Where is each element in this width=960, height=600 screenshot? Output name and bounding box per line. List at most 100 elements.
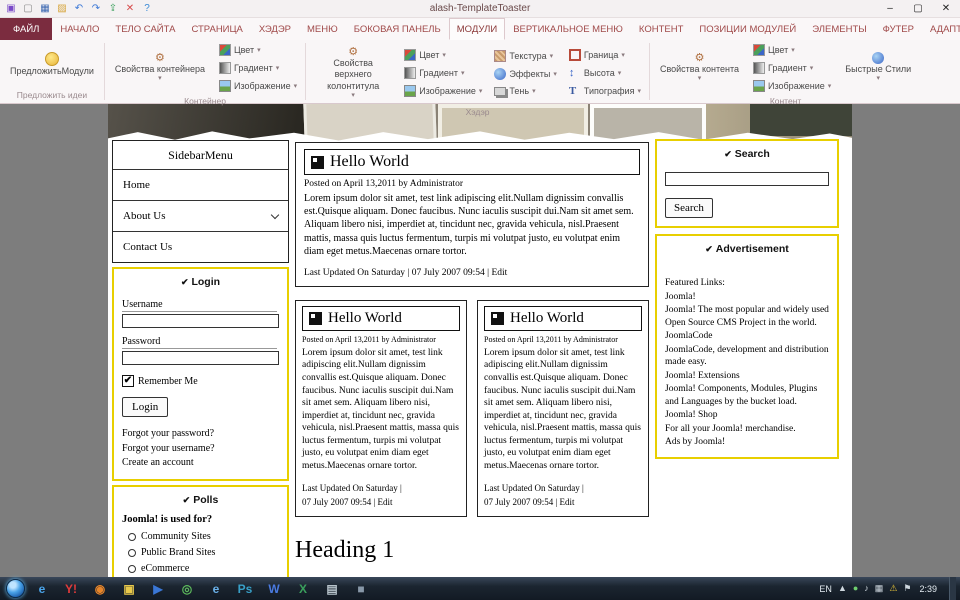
search-input[interactable] — [665, 172, 829, 186]
article-hello-world-1[interactable]: Hello World Posted on April 13,2011 by A… — [295, 142, 649, 287]
ribbon-tab[interactable]: ЭЛЕМЕНТЫ — [804, 18, 874, 40]
quick-access-icon[interactable]: ▨ — [55, 2, 69, 16]
remember-me-checkbox[interactable]: ✔ — [122, 375, 134, 387]
header-effects-button[interactable]: Эффекты▾ — [490, 66, 560, 82]
tray-icon[interactable]: ♪ — [864, 577, 869, 600]
header-height-button[interactable]: ↕Высота▾ — [565, 65, 645, 81]
image-icon — [753, 80, 765, 92]
ribbon-tab[interactable]: МОДУЛИ — [449, 18, 505, 40]
article-hello-world-2[interactable]: Hello World Posted on April 13,2011 by A… — [295, 300, 467, 517]
heading-1[interactable]: Heading 1 — [295, 537, 649, 564]
password-field[interactable] — [122, 351, 279, 365]
radio-icon[interactable] — [128, 549, 136, 557]
quick-access-icon[interactable]: ? — [140, 2, 154, 16]
sidebar-menu-item[interactable]: Home — [113, 169, 288, 200]
taskbar-icon[interactable]: ▶ — [148, 579, 168, 599]
login-link[interactable]: Forgot your password? — [122, 427, 279, 442]
login-module[interactable]: ✔Login Username Password ✔ Remember Me L… — [112, 267, 289, 481]
advertisement-module[interactable]: ✔Advertisement Featured Links:Joomla!Joo… — [655, 234, 839, 460]
login-button[interactable]: Login — [122, 397, 168, 417]
poll-option[interactable]: eCommerce — [122, 561, 279, 577]
polls-module[interactable]: ✔Polls Joomla! is used for? Community Si… — [112, 485, 289, 578]
tray-icon[interactable]: ▦ — [875, 577, 884, 600]
check-icon: ✔ — [724, 149, 732, 159]
content-image-button[interactable]: Изображение▾ — [749, 78, 835, 94]
search-module[interactable]: ✔Search Search — [655, 139, 839, 228]
ribbon-tab[interactable]: КОНТЕНТ — [631, 18, 691, 40]
ribbon-group-container: ⚙ Свойства контейнера ▾ Цвет▾ Градиент▾ … — [105, 40, 305, 103]
poll-option[interactable]: Community Sites — [122, 529, 279, 545]
header-color-button[interactable]: Цвет▾ — [400, 47, 486, 63]
ribbon-tab[interactable]: ХЭДЭР — [251, 18, 299, 40]
quick-access-icon[interactable]: ▦ — [38, 2, 52, 16]
close-button[interactable]: ✕ — [932, 0, 960, 17]
language-indicator[interactable]: EN — [819, 584, 832, 594]
login-link[interactable]: Forgot your username? — [122, 442, 279, 457]
clock[interactable]: 2:39 — [917, 584, 943, 594]
header-shadow-button[interactable]: Тень▾ — [490, 84, 560, 98]
suggest-modules-button[interactable]: ПредложитьМодули — [4, 48, 100, 81]
taskbar-icon[interactable]: Y! — [61, 579, 81, 599]
header-typography-button[interactable]: TТипография▾ — [565, 83, 645, 99]
taskbar-icon[interactable]: ◉ — [90, 579, 110, 599]
ribbon-tab[interactable]: ФАЙЛ — [0, 18, 52, 40]
tray-icon[interactable]: ▲ — [838, 577, 847, 600]
ribbon-tab[interactable]: ТЕЛО САЙТА — [107, 18, 183, 40]
content-properties-button[interactable]: ⚙ Свойства контента ▾ — [654, 48, 745, 88]
shadow-icon — [494, 87, 506, 96]
sidebar-menu-item[interactable]: Contact Us — [113, 231, 288, 262]
ribbon-tab[interactable]: БОКОВАЯ ПАНЕЛЬ — [346, 18, 449, 40]
ribbon-tab[interactable]: ФУТЕР — [875, 18, 922, 40]
tray-icon[interactable]: ⚠ — [889, 577, 897, 600]
quick-access-icon[interactable]: ↶ — [72, 2, 86, 16]
content-color-button[interactable]: Цвет▾ — [749, 42, 835, 58]
taskbar-icon[interactable]: Ps — [235, 579, 255, 599]
ribbon-tab[interactable]: МЕНЮ — [299, 18, 346, 40]
quick-access-icon[interactable]: ✕ — [123, 2, 137, 16]
header-image-button[interactable]: Изображение▾ — [400, 83, 486, 99]
start-button[interactable] — [6, 579, 25, 598]
article-image-icon — [491, 312, 504, 325]
header-texture-button[interactable]: Текстура▾ — [490, 48, 560, 64]
minimize-button[interactable]: – — [876, 0, 904, 17]
ribbon-tab[interactable]: СТРАНИЦА — [183, 18, 250, 40]
header-border-button[interactable]: Граница▾ — [565, 47, 645, 63]
quick-access-icon[interactable]: ⇪ — [106, 2, 120, 16]
tray-icon[interactable]: ● — [853, 577, 858, 600]
radio-icon[interactable] — [128, 565, 136, 573]
taskbar-icon[interactable]: ◎ — [177, 579, 197, 599]
maximize-button[interactable]: ▢ — [904, 0, 932, 17]
ribbon-tab[interactable]: ВЕРТИКАЛЬНОЕ МЕНЮ — [505, 18, 631, 40]
container-properties-button[interactable]: ⚙ Свойства контейнера ▾ — [109, 48, 211, 88]
quick-styles-button[interactable]: Быстрые Стили ▾ — [839, 48, 917, 88]
quick-access-icon[interactable]: ▣ — [4, 2, 18, 16]
ribbon-tab[interactable]: АДАПТИВНЫЙ ДИЗАЙН — [922, 18, 960, 40]
ribbon-tab[interactable]: НАЧАЛО — [52, 18, 107, 40]
article-title-box: Hello World — [302, 306, 460, 331]
login-link[interactable]: Create an account — [122, 456, 279, 471]
tray-icon[interactable]: ⚑ — [903, 577, 911, 600]
taskbar-icon[interactable]: ■ — [351, 579, 371, 599]
container-gradient-button[interactable]: Градиент▾ — [215, 60, 301, 76]
taskbar-icon[interactable]: ▣ — [119, 579, 139, 599]
content-gradient-button[interactable]: Градиент▾ — [749, 60, 835, 76]
taskbar-icon[interactable]: e — [206, 579, 226, 599]
container-color-button[interactable]: Цвет▾ — [215, 42, 301, 58]
sidebar-menu-item[interactable]: About Us — [113, 200, 288, 231]
container-image-button[interactable]: Изображение▾ — [215, 78, 301, 94]
poll-option[interactable]: Public Brand Sites — [122, 545, 279, 561]
taskbar-icon[interactable]: X — [293, 579, 313, 599]
taskbar-icon[interactable]: e — [32, 579, 52, 599]
header-properties-button[interactable]: ⚙ Свойства верхнего колонтитула ▾ — [310, 42, 396, 105]
article-hello-world-3[interactable]: Hello World Posted on April 13,2011 by A… — [477, 300, 649, 517]
search-button[interactable]: Search — [665, 198, 713, 218]
show-desktop-button[interactable] — [949, 577, 956, 600]
ribbon-tab[interactable]: ПОЗИЦИИ МОДУЛЕЙ — [691, 18, 804, 40]
quick-access-icon[interactable]: ↷ — [89, 2, 103, 16]
header-gradient-button[interactable]: Градиент▾ — [400, 65, 486, 81]
taskbar-icon[interactable]: W — [264, 579, 284, 599]
radio-icon[interactable] — [128, 533, 136, 541]
taskbar-icon[interactable]: ▤ — [322, 579, 342, 599]
quick-access-icon[interactable]: ▢ — [21, 2, 35, 16]
username-field[interactable] — [122, 314, 279, 328]
